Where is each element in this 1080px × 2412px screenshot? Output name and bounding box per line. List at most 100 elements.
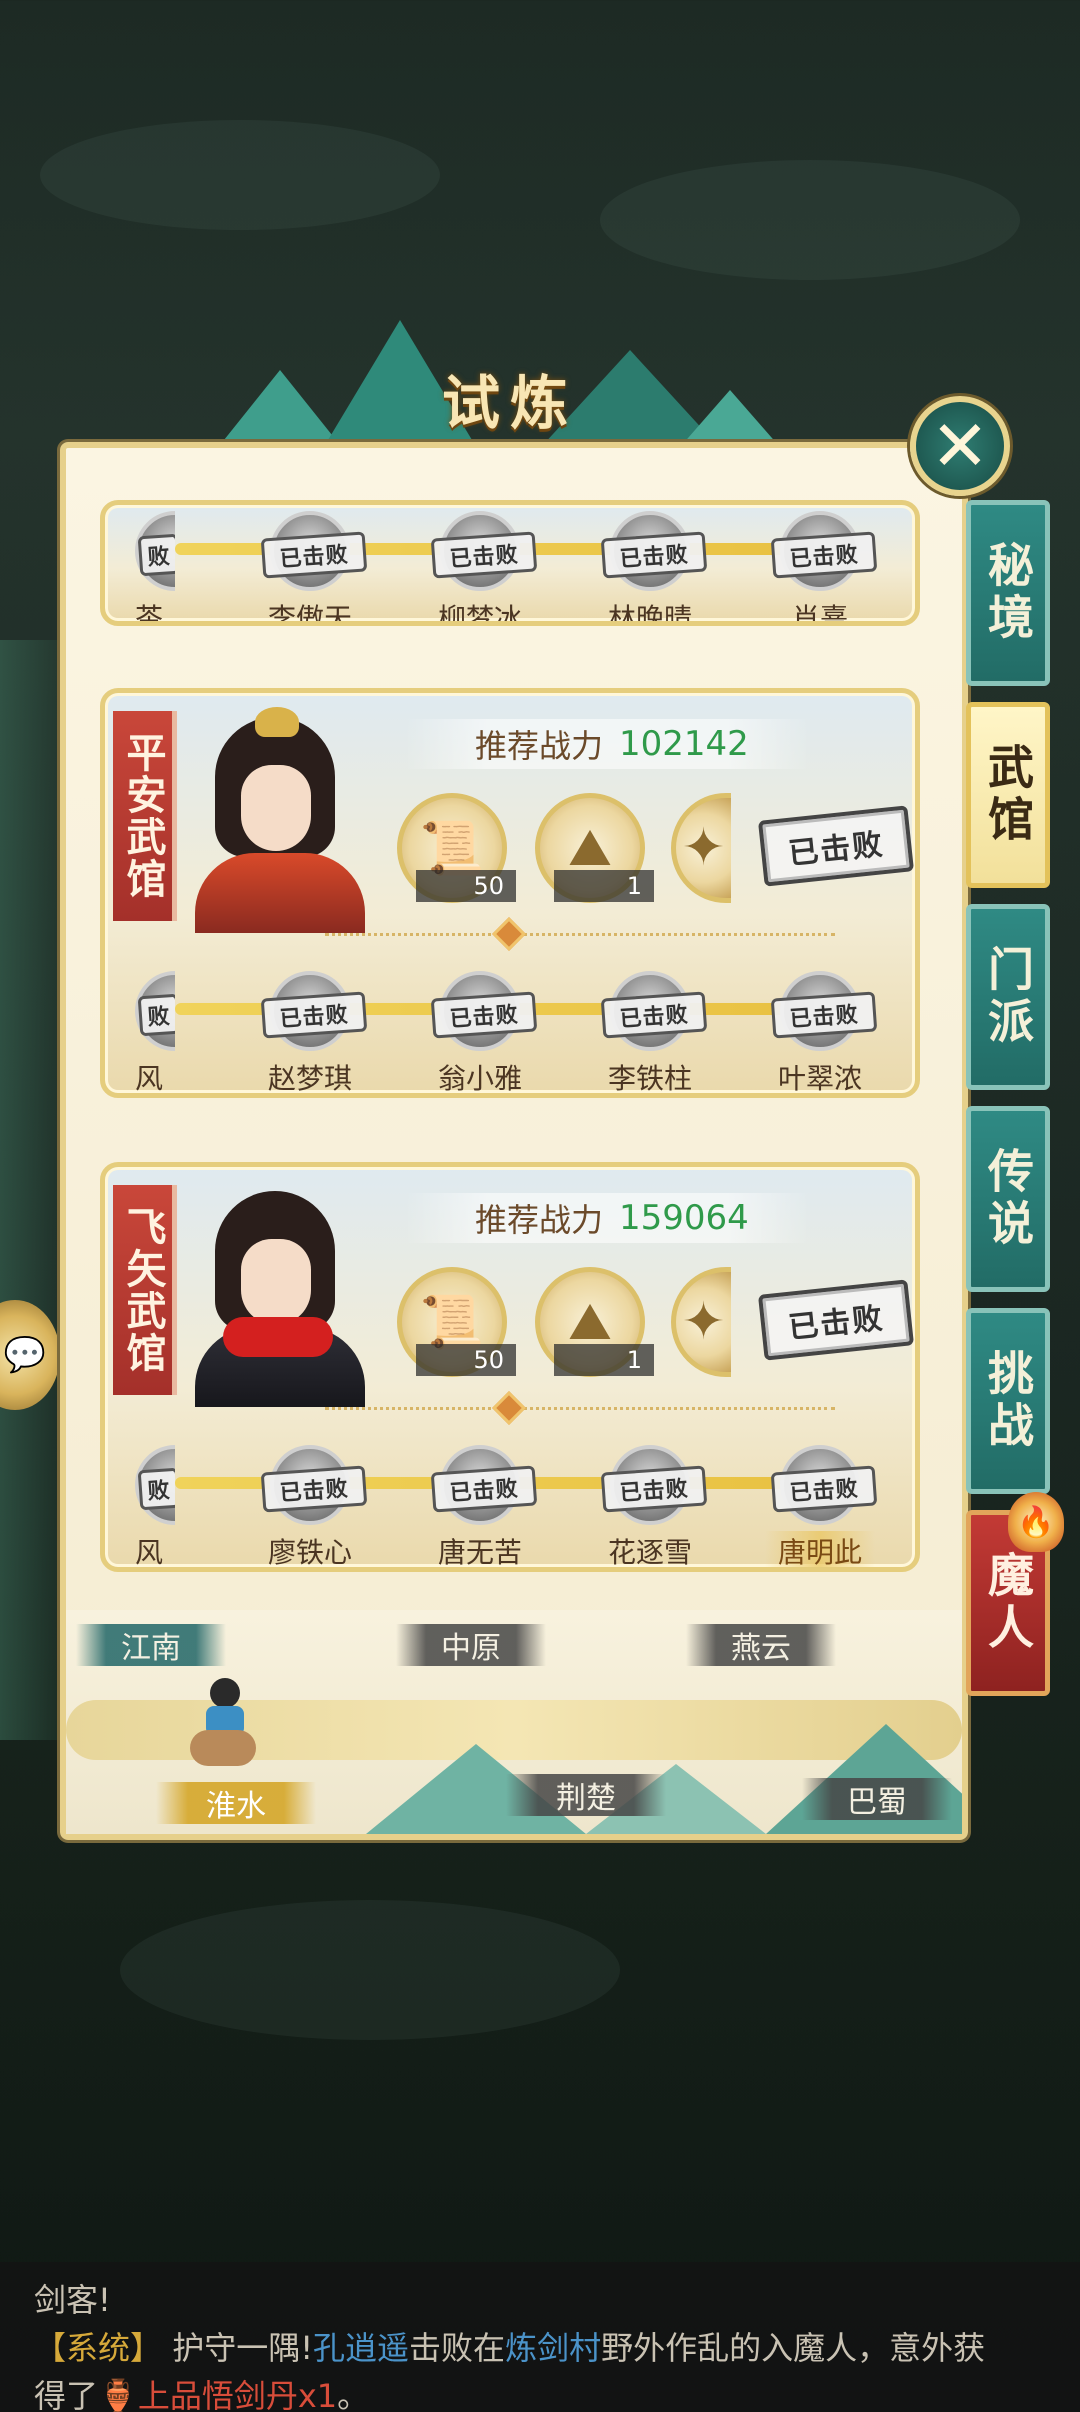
close-button[interactable]: ✕ — [910, 396, 1010, 496]
region-jingchu[interactable]: 荆楚 — [506, 1774, 666, 1816]
background-mist — [40, 120, 440, 230]
defeated-tag: 已击败 — [600, 531, 708, 579]
chat-line: 剑客! — [34, 2281, 111, 2319]
player-rider-icon — [184, 1678, 264, 1774]
power-label: 推荐战力 — [475, 727, 604, 765]
gym-master-portrait — [175, 1177, 375, 1407]
opponent-name: 茶 — [135, 602, 164, 626]
opponent[interactable]: 已击败 肖熹 — [765, 511, 878, 626]
reward-count: 1 — [554, 870, 654, 902]
opponent-name: 翁小雅 — [437, 1062, 522, 1095]
opponent[interactable]: 已击败 唐明此 — [765, 1445, 878, 1567]
defeated-tag: 已击败 — [260, 1465, 368, 1513]
system-chat-log[interactable]: 剑客! 【系统】 护守一隅!孔逍遥击败在炼剑村野外作乱的入魔人，意外获 得了🏺上… — [0, 2262, 1080, 2412]
reward-item-partial[interactable]: ✦ — [671, 793, 731, 903]
opponent-avatar: 已击败 — [430, 971, 538, 1051]
divider — [325, 933, 835, 936]
pill-item-icon: 🏺 — [98, 2377, 138, 2412]
opponent[interactable]: 已击败 柳梦冰 — [425, 511, 538, 621]
demon-flame-icon: 🔥 — [1008, 1492, 1064, 1552]
opponent[interactable]: 已击败 林晚晴 — [595, 511, 708, 621]
defeated-tag: 败 — [137, 533, 175, 577]
opponent[interactable]: 已击败 叶翠浓 — [765, 971, 878, 1093]
chat-bubble-icon: 💬 — [3, 1335, 46, 1375]
page-title: 试炼 — [441, 369, 578, 437]
tab-legend[interactable]: 传说 — [966, 1106, 1050, 1292]
opponent-avatar: 败 — [135, 971, 175, 1051]
defeated-tag: 已击败 — [260, 991, 368, 1039]
defeated-stamp: 已击败 — [757, 805, 915, 887]
opponent[interactable]: 已击败 李傲天 — [255, 511, 368, 621]
opponent-row: 败 风 已击败 廖铁心 已击败 唐无苦 已击败 花逐雪 已击败 唐明此 — [135, 1445, 895, 1567]
reward-item[interactable]: ⛰ 1 — [535, 793, 654, 903]
reward-count: 50 — [416, 1344, 516, 1376]
opponent-avatar: 已击败 — [260, 1445, 368, 1525]
region-yanyun[interactable]: 燕云 — [686, 1624, 836, 1666]
opponent[interactable]: 败 茶 — [135, 511, 175, 626]
player-name-link[interactable]: 孔逍遥 — [313, 2329, 409, 2367]
tab-sect[interactable]: 门派 — [966, 904, 1050, 1090]
chat-text: 。 — [337, 2377, 370, 2412]
defeated-tag: 已击败 — [260, 531, 368, 579]
opponent[interactable]: 已击败 唐无苦 — [425, 1445, 538, 1567]
defeated-tag: 已击败 — [600, 1465, 708, 1513]
defeated-tag: 已击败 — [600, 991, 708, 1039]
reward-count: 1 — [554, 1344, 654, 1376]
opponent[interactable]: 已击败 翁小雅 — [425, 971, 538, 1095]
region-huaishui[interactable]: 淮水 — [156, 1782, 316, 1824]
divider — [325, 1407, 835, 1410]
chat-text: 野外作乱的入魔人，意外获 — [601, 2329, 986, 2367]
opponent[interactable]: 已击败 赵梦琪 — [255, 971, 368, 1095]
reward-item-partial[interactable]: ✦ — [671, 1267, 731, 1377]
opponent-name: 赵梦琪 — [267, 1062, 352, 1095]
opponent-row: 败 茶 已击败 李傲天 已击败 柳梦冰 已击败 林晚晴 已击败 肖熹 — [135, 511, 895, 626]
defeated-tag: 败 — [137, 993, 175, 1037]
opponent-name: 风 — [135, 1536, 164, 1569]
chat-line: 得了🏺上品悟剑丹x1。 — [34, 2372, 1046, 2412]
gym-card: 平安武馆 推荐战力 102142 📜 50 ⛰ 1 ✦ 已击败 败 风 已击败 … — [100, 688, 920, 1098]
chat-text: 击败在 — [409, 2329, 506, 2367]
defeated-tag: 败 — [137, 1467, 175, 1511]
tab-martial-hall[interactable]: 武馆 — [966, 702, 1050, 888]
power-value: 159064 — [619, 1198, 749, 1238]
feather-icon: ✦ — [681, 1292, 726, 1352]
place-link[interactable]: 炼剑村 — [505, 2329, 601, 2367]
reward-item[interactable]: 📜 50 — [397, 793, 516, 903]
reward-item[interactable]: 📜 50 — [397, 1267, 516, 1377]
opponent[interactable]: 败 风 — [135, 971, 175, 1095]
opponent-row: 败 风 已击败 赵梦琪 已击败 翁小雅 已击败 李铁柱 已击败 叶翠浓 — [135, 971, 895, 1093]
opponent[interactable]: 败 风 — [135, 1445, 175, 1569]
gym-master-portrait — [175, 703, 375, 933]
portrait-face — [241, 1239, 311, 1325]
reward-item[interactable]: ⛰ 1 — [535, 1267, 654, 1377]
region-zhongyuan[interactable]: 中原 — [396, 1624, 546, 1666]
rider-head — [210, 1678, 240, 1708]
close-x-icon: ✕ — [930, 405, 990, 487]
background-mist — [600, 160, 1020, 280]
tab-challenge[interactable]: 挑战 — [966, 1308, 1050, 1494]
opponent-avatar: 已击败 — [430, 511, 538, 591]
opponent-name: 肖熹 — [791, 602, 848, 626]
tab-secret-realm[interactable]: 秘境 — [966, 500, 1050, 686]
gym-name-banner: 飞矢武馆 — [113, 1185, 177, 1395]
opponent-name: 李铁柱 — [607, 1062, 692, 1095]
opponent-name: 廖铁心 — [267, 1536, 352, 1569]
item-link[interactable]: 上品悟剑丹x1 — [138, 2377, 337, 2412]
recommended-power: 推荐战力 102142 — [405, 719, 809, 769]
opponent-name: 唐明此 — [765, 1531, 875, 1567]
opponent[interactable]: 已击败 李铁柱 — [595, 971, 708, 1095]
opponent-name: 风 — [135, 1062, 164, 1095]
opponent[interactable]: 已击败 花逐雪 — [595, 1445, 708, 1567]
power-label: 推荐战力 — [475, 1201, 604, 1239]
portrait-robe — [195, 853, 365, 933]
gym-name-banner: 平安武馆 — [113, 711, 177, 921]
divider-gem-icon — [492, 917, 526, 951]
defeated-tag: 已击败 — [430, 991, 538, 1039]
region-bashu[interactable]: 巴蜀 — [802, 1778, 952, 1820]
opponent[interactable]: 已击败 廖铁心 — [255, 1445, 368, 1569]
region-jiangnan[interactable]: 江南 — [76, 1624, 226, 1666]
gym-card: 飞矢武馆 推荐战力 159064 📜 50 ⛰ 1 ✦ 已击败 败 风 已击败 … — [100, 1162, 920, 1572]
recommended-power: 推荐战力 159064 — [405, 1193, 809, 1243]
defeated-stamp: 已击败 — [757, 1279, 915, 1361]
gym-card-partial: 败 茶 已击败 李傲天 已击败 柳梦冰 已击败 林晚晴 已击败 肖熹 — [100, 500, 920, 626]
